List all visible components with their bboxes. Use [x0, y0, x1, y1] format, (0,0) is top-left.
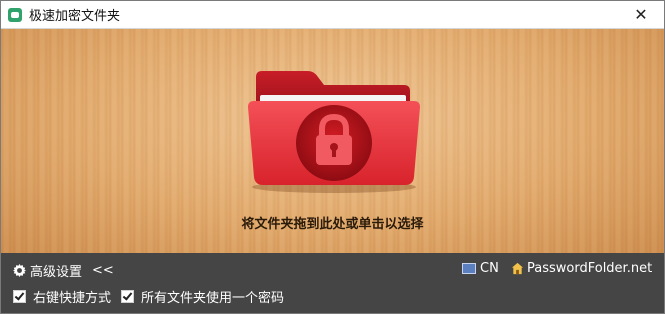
drop-hint-text: 将文件夹拖到此处或单击以选择: [241, 217, 424, 232]
single-password-option[interactable]: 所有文件夹使用一个密码: [121, 287, 284, 306]
website-link[interactable]: PasswordFolder.net: [511, 261, 652, 276]
app-window: 极速加密文件夹 ✕ 将文件夹拖到此处或单击以选择 高级设置 << CN Pass…: [0, 0, 665, 314]
bottom-panel: 高级设置 << CN PasswordFolder.net 右键快捷方式 所有文…: [1, 253, 664, 313]
advanced-settings-toggle[interactable]: 高级设置 <<: [13, 261, 114, 280]
context-menu-option[interactable]: 右键快捷方式: [13, 287, 111, 306]
single-password-checkbox[interactable]: [121, 290, 134, 303]
collapse-toggle: <<: [92, 263, 114, 278]
advanced-settings-label: 高级设置: [30, 265, 83, 280]
window-title: 极速加密文件夹: [29, 9, 121, 24]
title-bar: 极速加密文件夹 ✕: [1, 1, 664, 29]
language-label: CN: [480, 261, 499, 276]
website-label: PasswordFolder.net: [527, 261, 653, 276]
app-lock-icon: [8, 7, 22, 22]
gear-icon: [13, 264, 26, 277]
locked-folder-icon: [248, 71, 420, 193]
home-icon: [511, 262, 524, 275]
folder-drop-zone[interactable]: 将文件夹拖到此处或单击以选择: [1, 29, 664, 253]
flag-icon: [462, 263, 476, 274]
close-button[interactable]: ✕: [624, 1, 658, 28]
language-switch[interactable]: CN: [462, 261, 499, 276]
context-menu-label: 右键快捷方式: [33, 291, 112, 306]
single-password-label: 所有文件夹使用一个密码: [141, 291, 285, 306]
context-menu-checkbox[interactable]: [13, 290, 26, 303]
